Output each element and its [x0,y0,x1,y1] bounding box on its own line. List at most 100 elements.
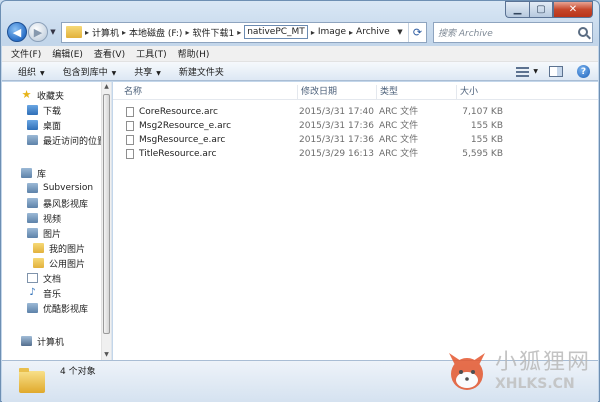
chevron-down-icon: ▼ [156,69,161,77]
organize-label: 组织 [18,67,37,78]
forward-button[interactable]: ▶ [28,22,48,42]
nav-item-music[interactable]: ♪ 音乐 [27,286,61,300]
breadcrumb-computer[interactable]: 计算机 [92,26,119,39]
chevron-right-icon[interactable]: ▸ [185,28,189,37]
table-row[interactable]: MsgResource_e.arc 2015/3/31 17:36 ARC 文件… [113,133,513,147]
include-library-button[interactable]: 包含到库中 ▼ [63,65,117,78]
nav-item-my-pictures[interactable]: 我的图片 [33,241,85,255]
video-library-icon [27,303,38,313]
file-name: TitleResource.arc [139,149,217,159]
search-placeholder: 搜索 Archive [438,28,493,39]
file-size: 155 KB [470,121,503,131]
nav-label: 文档 [43,274,62,285]
nav-item-desktop[interactable]: 桌面 [27,118,61,132]
site-watermark: 小狐狸网 XHLKS.CN [443,347,591,395]
file-modified: 2015/3/31 17:36 [299,135,374,145]
history-dropdown-icon[interactable]: ▼ [48,22,58,42]
share-button[interactable]: 共享 ▼ [134,65,161,78]
breadcrumb-downloads1[interactable]: 软件下载1 [192,26,234,39]
menu-tools[interactable]: 工具(T) [136,47,167,60]
nav-item-downloads[interactable]: 下载 [27,103,61,117]
nav-label: 优酷影视库 [43,304,89,315]
nav-label: 我的图片 [49,244,86,255]
desktop-icon [27,120,38,130]
search-input[interactable]: 搜索 Archive [433,21,593,43]
nav-item-recent[interactable]: 最近访问的位置 [27,133,106,147]
chevron-right-icon[interactable]: ▸ [311,28,315,37]
breadcrumb-drive-f[interactable]: 本地磁盘 (F:) [129,26,182,39]
scroll-thumb[interactable] [103,94,110,334]
view-list-icon[interactable] [516,66,530,77]
file-name: CoreResource.arc [139,107,218,117]
column-header-size[interactable]: 大小 [457,85,514,99]
nav-label: 图片 [43,229,62,240]
nav-item-pictures[interactable]: 图片 [27,226,61,240]
file-type: ARC 文件 [379,107,419,117]
menu-file[interactable]: 文件(F) [11,47,41,60]
breadcrumb-archive[interactable]: Archive [356,27,390,37]
column-header-name[interactable]: 名称 [121,85,298,99]
nav-item-favorites[interactable]: ★ 收藏夹 [21,88,64,102]
nav-item-youku[interactable]: 优酷影视库 [27,301,88,315]
chevron-down-icon: ▼ [111,69,117,77]
address-bar[interactable]: ▸ 计算机 ▸ 本地磁盘 (F:) ▸ 软件下载1 ▸ nativePC_MT … [61,21,427,43]
scroll-up-icon[interactable]: ▲ [102,82,111,92]
organize-button[interactable]: 组织 ▼ [18,65,45,78]
fox-logo-icon [448,353,485,390]
file-modified: 2015/3/29 16:13 [299,149,374,159]
new-folder-button[interactable]: 新建文件夹 [179,65,224,78]
nav-item-subversion[interactable]: Subversion [27,181,93,195]
music-note-icon: ♪ [29,287,36,298]
file-icon [126,149,134,159]
nav-label: 桌面 [43,121,62,132]
column-header-type[interactable]: 类型 [377,85,457,99]
back-button[interactable]: ◀ [7,22,27,42]
table-row[interactable]: Msg2Resource_e.arc 2015/3/31 17:36 ARC 文… [113,119,513,133]
maximize-button[interactable]: ▢ [529,1,553,18]
nav-label: 公用图片 [49,259,86,270]
help-icon[interactable]: ? [577,65,590,78]
nav-item-libraries[interactable]: 库 [21,166,46,180]
nav-label: 视频 [43,214,62,225]
scroll-down-icon[interactable]: ▼ [102,350,111,360]
library-icon [21,168,32,178]
column-header-modified[interactable]: 修改日期 [298,85,377,99]
preview-pane-icon[interactable] [549,66,563,77]
chevron-right-icon[interactable]: ▸ [349,28,353,37]
refresh-icon[interactable]: ⟳ [408,22,426,42]
chevron-right-icon[interactable]: ▸ [85,28,89,37]
file-icon [126,107,134,117]
file-type: ARC 文件 [379,121,419,131]
minimize-button[interactable]: ▁ [505,1,529,18]
search-icon[interactable] [578,27,588,37]
address-dropdown-icon[interactable]: ▼ [394,23,406,42]
nav-label: Subversion [43,183,94,193]
navigation-scrollbar[interactable]: ▲ ▼ [101,82,111,360]
table-row[interactable]: CoreResource.arc 2015/3/31 17:40 ARC 文件 … [113,105,513,119]
folder-icon [33,243,44,253]
nav-item-computer[interactable]: 计算机 [21,334,64,348]
menu-edit[interactable]: 编辑(E) [52,47,83,60]
menu-view[interactable]: 查看(V) [94,47,125,60]
star-icon: ★ [21,88,32,101]
chevron-right-icon[interactable]: ▸ [237,28,241,37]
breadcrumb-image[interactable]: Image [318,27,346,37]
watermark-english: XHLKS.CN [494,376,575,392]
nav-item-videos[interactable]: 视频 [27,211,61,225]
documents-icon [27,273,38,283]
watermark-text: 小狐狸网 XHLKS.CN [495,350,591,392]
nav-item-baofeng[interactable]: 暴风影视库 [27,196,88,210]
menu-help[interactable]: 帮助(H) [178,47,210,60]
breadcrumb-nativepc-mt[interactable]: nativePC_MT [244,25,308,39]
file-size: 155 KB [470,135,503,145]
chevron-right-icon[interactable]: ▸ [122,28,126,37]
item-count: 4 个对象 [60,367,96,377]
file-size: 5,595 KB [462,149,503,159]
view-dropdown-icon[interactable]: ▼ [533,68,538,75]
close-button[interactable]: ✕ [553,1,593,18]
nav-item-public-pictures[interactable]: 公用图片 [33,256,85,270]
file-type: ARC 文件 [379,149,419,159]
nav-item-documents[interactable]: 文档 [27,271,61,285]
table-row[interactable]: TitleResource.arc 2015/3/29 16:13 ARC 文件… [113,147,513,161]
folder-icon [66,26,82,38]
